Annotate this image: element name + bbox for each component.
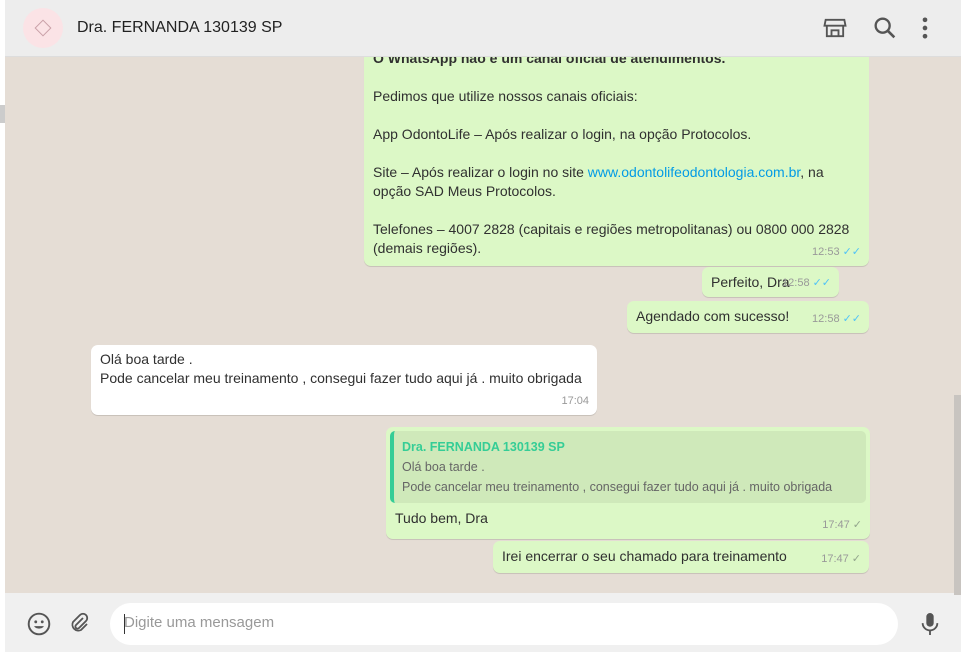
microphone-icon[interactable] [919, 611, 941, 637]
menu-icon[interactable] [911, 14, 939, 42]
message-text: Olá boa tarde . [100, 351, 193, 367]
message-bubble: Olá boa tarde . Pode cancelar meu treina… [91, 345, 597, 415]
message-bubble: Dra. FERNANDA 130139 SP Olá boa tarde . … [386, 427, 870, 539]
avatar[interactable] [23, 8, 63, 48]
message-text: Site – Após realizar o login no site www… [373, 164, 824, 199]
message-bubble: O WhatsApp não é um canal oficial de ate… [364, 57, 869, 266]
message-text: Pode cancelar meu treinamento , consegui… [100, 370, 582, 386]
message-text: Pedimos que utilize nossos canais oficia… [373, 88, 638, 104]
message-input[interactable]: Digite uma mensagem [110, 603, 898, 645]
message-list[interactable]: O WhatsApp não é um canal oficial de ate… [5, 57, 954, 593]
left-edge [0, 0, 5, 652]
message-text: Tudo bem, Dra [395, 510, 488, 526]
message-time: 17:47 ✓ [822, 519, 862, 531]
message-text: Perfeito, Dra [711, 274, 790, 290]
message-time: 12:53 ✓✓ [812, 246, 861, 258]
message-text: Irei encerrar o seu chamado para treinam… [502, 548, 787, 564]
message-text: Agendado com sucesso! [636, 308, 790, 324]
message-text: App OdontoLife – Após realizar o login, … [373, 126, 752, 142]
attach-icon[interactable] [67, 611, 91, 635]
quoted-message[interactable]: Dra. FERNANDA 130139 SP Olá boa tarde . … [390, 431, 866, 503]
chat-header: Dra. FERNANDA 130139 SP [5, 0, 961, 57]
search-icon[interactable] [871, 14, 899, 42]
message-text: O WhatsApp não é um canal oficial de ate… [373, 57, 726, 66]
contact-name[interactable]: Dra. FERNANDA 130139 SP [77, 19, 282, 37]
emoji-icon[interactable] [26, 611, 52, 637]
compose-bar: Digite uma mensagem [5, 593, 961, 652]
scrollbar[interactable] [954, 395, 961, 595]
site-link[interactable]: www.odontolifeodontologia.com.br [588, 164, 800, 180]
message-time: 12:58 ✓✓ [782, 277, 831, 289]
message-bubble: Irei encerrar o seu chamado para treinam… [493, 541, 869, 573]
message-text: Telefones – 4007 2828 (capitais e regiõe… [373, 221, 850, 256]
message-bubble: Perfeito, Dra 12:58 ✓✓ [702, 267, 839, 297]
message-bubble: Agendado com sucesso! 12:58 ✓✓ [627, 301, 869, 333]
message-time: 17:47 ✓ [821, 553, 861, 565]
message-time: 17:04 [561, 395, 589, 407]
message-time: 12:58 ✓✓ [812, 313, 861, 325]
shop-icon[interactable] [821, 14, 849, 42]
